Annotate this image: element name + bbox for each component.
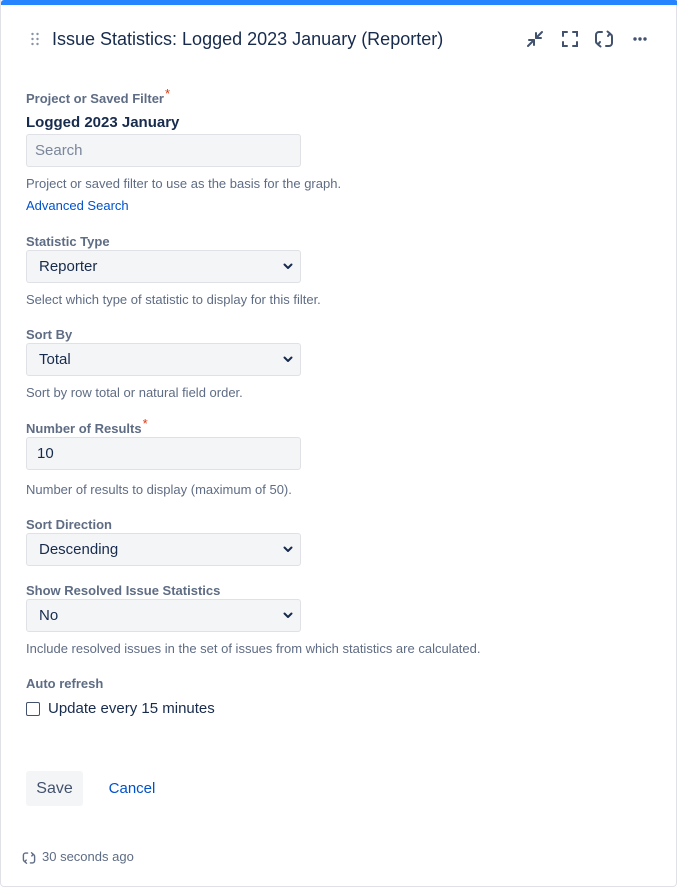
statistic-type-help: Select which type of statistic to displa… <box>26 292 321 307</box>
fullscreen-button[interactable] <box>558 27 582 51</box>
sort-by-label: Sort By <box>26 327 73 342</box>
required-mark: * <box>165 86 171 101</box>
show-resolved-label: Show Resolved Issue Statistics <box>26 583 221 598</box>
more-actions-button[interactable] <box>628 27 652 51</box>
num-results-label-text: Number of Results <box>26 421 142 436</box>
minimize-button[interactable] <box>523 27 547 51</box>
auto-refresh-checkbox-label[interactable]: Update every 15 minutes <box>48 700 215 717</box>
gadget-title: Issue Statistics: Logged 2023 January (R… <box>52 29 444 49</box>
sort-by-help: Sort by row total or natural field order… <box>26 385 243 400</box>
save-button[interactable]: Save <box>26 771 83 806</box>
drag-handle-icon[interactable] <box>30 32 40 46</box>
refresh-icon <box>595 30 613 48</box>
chevron-down-icon <box>283 356 293 362</box>
minimize-icon <box>527 31 543 47</box>
sort-direction-label: Sort Direction <box>26 517 112 532</box>
advanced-search-link[interactable]: Advanced Search <box>26 198 129 213</box>
refresh-button[interactable] <box>592 27 616 51</box>
sort-direction-select[interactable]: Descending <box>26 533 301 566</box>
sort-by-value: Total <box>39 351 71 368</box>
filter-search-placeholder: Search <box>35 142 83 159</box>
refresh-icon <box>22 852 36 864</box>
chevron-down-icon <box>283 546 293 552</box>
sort-by-select[interactable]: Total <box>26 343 301 376</box>
chevron-down-icon <box>283 263 293 269</box>
num-results-help: Number of results to display (maximum of… <box>26 482 292 497</box>
filter-label-text: Project or Saved Filter <box>26 91 164 106</box>
auto-refresh-label: Auto refresh <box>26 676 104 691</box>
gadget-container: Issue Statistics: Logged 2023 January (R… <box>0 0 677 887</box>
fullscreen-icon <box>562 31 578 47</box>
filter-label: Project or Saved Filter* <box>26 86 170 106</box>
required-mark: * <box>142 416 148 431</box>
filter-search-input[interactable]: Search <box>26 134 301 167</box>
num-results-value: 10 <box>37 445 54 462</box>
show-resolved-select[interactable]: No <box>26 599 301 632</box>
statistic-type-select[interactable]: Reporter <box>26 250 301 283</box>
selected-filter-name: Logged 2023 January <box>26 114 180 131</box>
auto-refresh-checkbox[interactable] <box>26 702 40 716</box>
sort-direction-value: Descending <box>39 541 119 558</box>
num-results-label: Number of Results* <box>26 416 148 436</box>
chevron-down-icon <box>283 612 293 618</box>
cancel-button[interactable]: Cancel <box>101 771 163 806</box>
statistic-type-label: Statistic Type <box>26 234 110 249</box>
gadget-accent-bar <box>1 0 677 5</box>
num-results-input[interactable]: 10 <box>26 437 301 470</box>
more-icon <box>633 37 647 41</box>
gadget-header: Issue Statistics: Logged 2023 January (R… <box>1 22 677 58</box>
filter-help-text: Project or saved filter to use as the ba… <box>26 176 342 191</box>
statistic-type-value: Reporter <box>39 258 98 275</box>
show-resolved-value: No <box>39 607 59 624</box>
show-resolved-help: Include resolved issues in the set of is… <box>26 641 481 656</box>
last-updated-text: 30 seconds ago <box>42 849 134 864</box>
